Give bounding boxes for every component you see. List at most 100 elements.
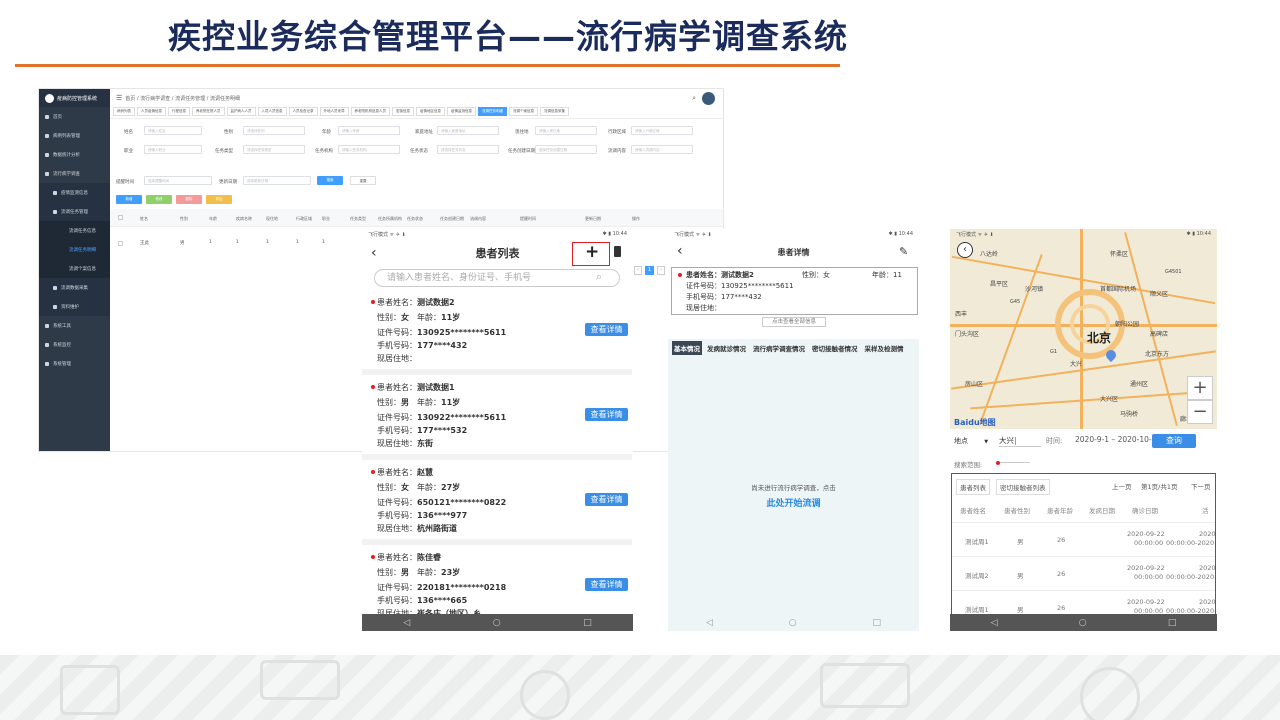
hamburger-icon[interactable]: ☰ bbox=[116, 94, 122, 102]
sidebar-item[interactable]: 病例列表管理 bbox=[39, 126, 110, 145]
search-button[interactable]: 搜索 bbox=[317, 176, 343, 185]
tag-view-tab[interactable]: 监护病人人员 bbox=[226, 107, 256, 116]
nav-home-icon[interactable]: ○ bbox=[493, 618, 501, 628]
nav-recent-icon[interactable]: □ bbox=[873, 618, 882, 628]
query-button[interactable]: 查询 bbox=[1152, 434, 1196, 448]
back-icon[interactable]: ‹ bbox=[371, 245, 377, 261]
report-time-picker[interactable]: 选择提醒时间 bbox=[144, 176, 212, 185]
patient-card[interactable]: 患者姓名：赵慧 性别：女 年龄：27岁 证件号码：650121********0822… bbox=[362, 465, 632, 545]
delete-button[interactable]: 删除 bbox=[176, 195, 202, 204]
nav-back-icon[interactable]: ◁ bbox=[403, 618, 410, 628]
next-page-link[interactable]: 下一页 bbox=[1191, 481, 1211, 491]
search-icon[interactable]: ⌕ bbox=[596, 270, 602, 284]
tag-view-tab[interactable]: 养老院在院人员 bbox=[192, 107, 225, 116]
edit-icon[interactable] bbox=[614, 246, 621, 257]
nav-back-icon[interactable]: ◁ bbox=[706, 618, 713, 628]
update-picker[interactable]: 选择更新日期 bbox=[243, 176, 311, 185]
tag-view-tab[interactable]: 人员检查记录 bbox=[288, 107, 318, 116]
name-input[interactable]: 请输入姓名 bbox=[144, 126, 202, 135]
gender-select[interactable]: 请选择性别 bbox=[243, 126, 305, 135]
sidebar-item[interactable]: 流行病学调查 bbox=[39, 164, 110, 183]
list-row[interactable]: 测试周2 男 26 2020-09-22 00:00:00 2020 00:00:00-20… bbox=[952, 556, 1216, 590]
patient-card[interactable]: 患者姓名：测试数据2 性别：女 年龄：11岁 证件号码：130925********5… bbox=[362, 295, 632, 375]
tag-view-tab[interactable]: 人员疫情信息 bbox=[137, 107, 166, 116]
map-view[interactable]: 飞行模式 ᯤ ✈ ⬇ ✱ ▮ 10:44 北京 怀柔区 昌平区 通州区 大兴区 顺义区 门头沟… bbox=[950, 229, 1217, 429]
back-icon[interactable]: ‹ bbox=[957, 242, 973, 258]
task-org-input[interactable]: 请输入任务机构 bbox=[338, 145, 400, 154]
place-select[interactable]: 地点 ▼ bbox=[954, 436, 988, 446]
address-input[interactable]: 请输入家庭地址 bbox=[437, 126, 499, 135]
pager-next[interactable]: › bbox=[657, 266, 665, 275]
sidebar-item[interactable]: 数据统计分析 bbox=[39, 145, 110, 164]
checkbox[interactable] bbox=[118, 241, 123, 246]
detail-tab[interactable]: 基本情况 bbox=[672, 341, 702, 355]
zoom-out-button[interactable]: − bbox=[1187, 400, 1213, 424]
age-input[interactable]: 请输入年龄 bbox=[338, 126, 400, 135]
nav-back-icon[interactable]: ◁ bbox=[991, 618, 998, 628]
task-status-select[interactable]: 请选择任务状态 bbox=[437, 145, 499, 154]
sidebar-item[interactable]: 流调任务管理 bbox=[39, 202, 110, 221]
sidebar-item[interactable]: 系统工具 bbox=[39, 316, 110, 335]
detail-tab[interactable]: 采样及检测情 bbox=[863, 341, 906, 355]
detail-tab[interactable]: 密切接触者情况 bbox=[810, 341, 860, 355]
tag-view-tab[interactable]: 疫情地区信息 bbox=[416, 107, 445, 116]
edit-button[interactable]: 修改 bbox=[146, 195, 172, 204]
prev-page-link[interactable]: 上一页 bbox=[1112, 481, 1132, 491]
district-input[interactable]: 请输入行政区域 bbox=[631, 126, 693, 135]
view-detail-button[interactable]: 查看详情 bbox=[585, 408, 628, 421]
tag-view-tab[interactable]: 疫情监测信息 bbox=[447, 107, 476, 116]
sidebar-item[interactable]: 首页 bbox=[39, 107, 110, 126]
tag-view-tab[interactable]: 流调任务明细 bbox=[478, 107, 507, 116]
tab-patients[interactable]: 患者列表 bbox=[956, 479, 990, 495]
breadcrumb-item[interactable]: 首页 bbox=[125, 96, 135, 102]
patient-search-input[interactable]: 请输入患者姓名、身份证号、手机号 bbox=[374, 269, 620, 287]
view-detail-button[interactable]: 查看详情 bbox=[585, 323, 628, 336]
pager-page-1[interactable]: 1 bbox=[645, 266, 654, 275]
tag-view-tab[interactable]: 流调信息采集 bbox=[540, 107, 569, 116]
content-input[interactable]: 请输入流调内容 bbox=[631, 145, 693, 154]
tag-view-tab[interactable]: 行程信息 bbox=[168, 107, 190, 116]
sidebar-item[interactable]: 流调数据采集 bbox=[39, 278, 110, 297]
sidebar-item[interactable]: 系统监控 bbox=[39, 335, 110, 354]
nav-home-icon[interactable]: ○ bbox=[789, 618, 797, 628]
checkbox[interactable] bbox=[118, 215, 123, 220]
tag-view-tab[interactable]: 入境人员信息 bbox=[257, 107, 287, 116]
nav-home-icon[interactable]: ○ bbox=[1079, 618, 1087, 628]
add-button[interactable]: 新增 bbox=[116, 195, 142, 204]
place-input[interactable]: 大兴| bbox=[999, 434, 1041, 447]
sidebar-item[interactable]: 系统管理 bbox=[39, 354, 110, 373]
view-all-button[interactable]: 点击查看全部信息 bbox=[762, 317, 826, 327]
export-button[interactable]: 导出 bbox=[206, 195, 232, 204]
current-addr-input[interactable]: 请输入现住地 bbox=[535, 126, 597, 135]
tag-view-tab[interactable]: 外地人员来漳 bbox=[319, 107, 349, 116]
start-survey-link[interactable]: 此处开始流调 bbox=[668, 496, 919, 509]
zoom-in-button[interactable]: + bbox=[1187, 376, 1213, 400]
sidebar-item[interactable]: 疫情监测信息 bbox=[39, 183, 110, 202]
job-input[interactable]: 请输入职业 bbox=[144, 145, 202, 154]
avatar[interactable] bbox=[702, 92, 715, 105]
search-icon[interactable]: ⌕ bbox=[692, 94, 696, 103]
sidebar-item[interactable]: 流调任务信息 bbox=[39, 221, 110, 240]
view-detail-button[interactable]: 查看详情 bbox=[585, 578, 628, 591]
sidebar-item[interactable]: 流调个案信息 bbox=[39, 259, 110, 278]
tag-view-tab[interactable]: 流调个案信息 bbox=[509, 107, 538, 116]
tag-view-tab[interactable]: 病例列表 bbox=[113, 107, 135, 116]
view-detail-button[interactable]: 查看详情 bbox=[585, 493, 628, 506]
range-slider-track[interactable] bbox=[1000, 462, 1030, 463]
date-range[interactable]: 2020-9-1 – 2020-10-22 bbox=[1075, 435, 1161, 444]
edit-icon[interactable]: ✎ bbox=[899, 245, 908, 258]
tag-view-tab[interactable]: 密接信息 bbox=[392, 107, 414, 116]
sidebar-item[interactable]: 资料维护 bbox=[39, 297, 110, 316]
pager-prev[interactable]: ‹ bbox=[634, 266, 642, 275]
detail-tab[interactable]: 发病就诊情况 bbox=[705, 341, 748, 355]
task-date-picker[interactable]: 选择任务创建日期 bbox=[535, 145, 597, 154]
patient-card[interactable]: 患者姓名：测试数据1 性别：男 年龄：11岁 证件号码：130922********5… bbox=[362, 380, 632, 460]
detail-tab[interactable]: 流行病学调查情况 bbox=[751, 341, 807, 355]
nav-recent-icon[interactable]: □ bbox=[1168, 618, 1177, 628]
tab-contacts[interactable]: 密切接触者列表 bbox=[996, 479, 1050, 495]
task-type-select[interactable]: 请选择任务类型 bbox=[243, 145, 305, 154]
nav-recent-icon[interactable]: □ bbox=[583, 618, 592, 628]
list-row[interactable]: 测试周1 男 26 2020-09-22 00:00:00 2020 00:00:00-20… bbox=[952, 522, 1216, 556]
reset-button[interactable]: 重置 bbox=[350, 176, 376, 185]
tag-view-tab[interactable]: 养老院机构信息人员 bbox=[350, 107, 390, 116]
